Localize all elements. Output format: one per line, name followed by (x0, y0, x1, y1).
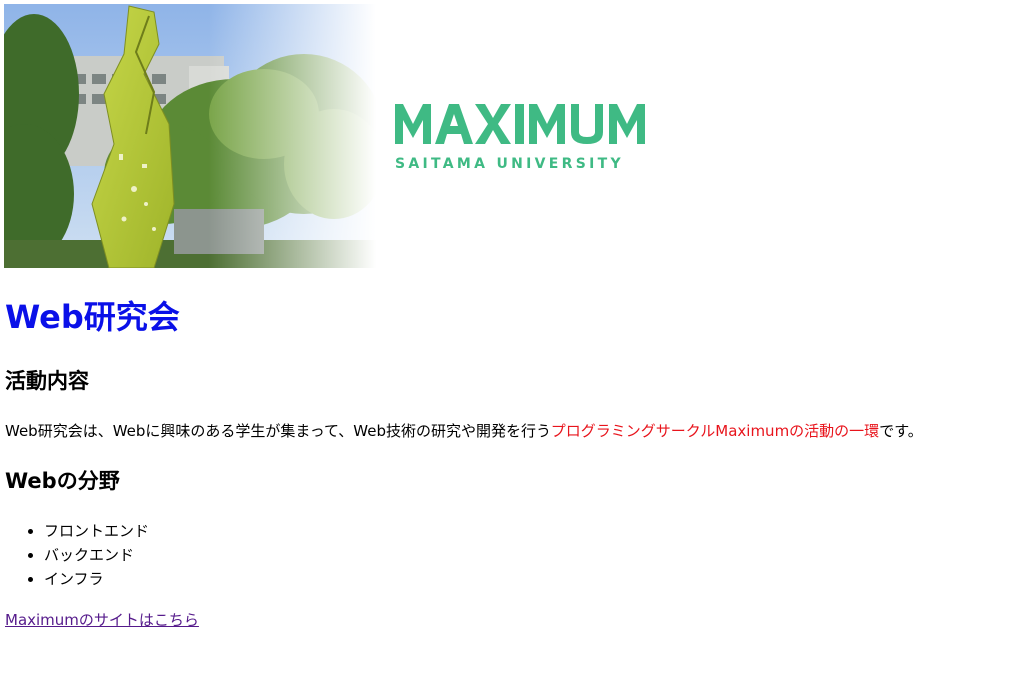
page-title: Web研究会 (5, 298, 180, 336)
header-banner: SAITAMA UNIVERSITY (4, 4, 664, 268)
main-content: Web研究会 活動内容 Web研究会は、Webに興味のある学生が集まって、Web… (5, 290, 1005, 629)
list-item: バックエンド (44, 543, 149, 567)
intro-paragraph: Web研究会は、Webに興味のある学生が集まって、Web技術の研究や開発を行うプ… (5, 421, 923, 441)
page: SAITAMA UNIVERSITY Web研究会 活動内容 Web研究会は、W… (0, 0, 1010, 696)
logo-subtitle: SAITAMA UNIVERSITY (395, 156, 624, 172)
list-item: フロントエンド (44, 519, 149, 543)
campus-photo (4, 4, 376, 268)
fields-list: フロントエンド バックエンド インフラ (5, 519, 149, 591)
intro-text: Web研究会は、Webに興味のある学生が集まって、Web技術の研究や開発を行う (5, 422, 551, 440)
intro-text-end: です。 (879, 422, 923, 440)
maximum-site-link[interactable]: Maximumのサイトはこちら (5, 610, 199, 630)
fields-heading: Webの分野 (5, 469, 120, 493)
list-item: インフラ (44, 567, 149, 591)
intro-highlight: プログラミングサークルMaximumの活動の一環 (550, 422, 880, 440)
activity-heading: 活動内容 (5, 369, 89, 393)
maximum-logo: SAITAMA UNIVERSITY (395, 100, 659, 176)
